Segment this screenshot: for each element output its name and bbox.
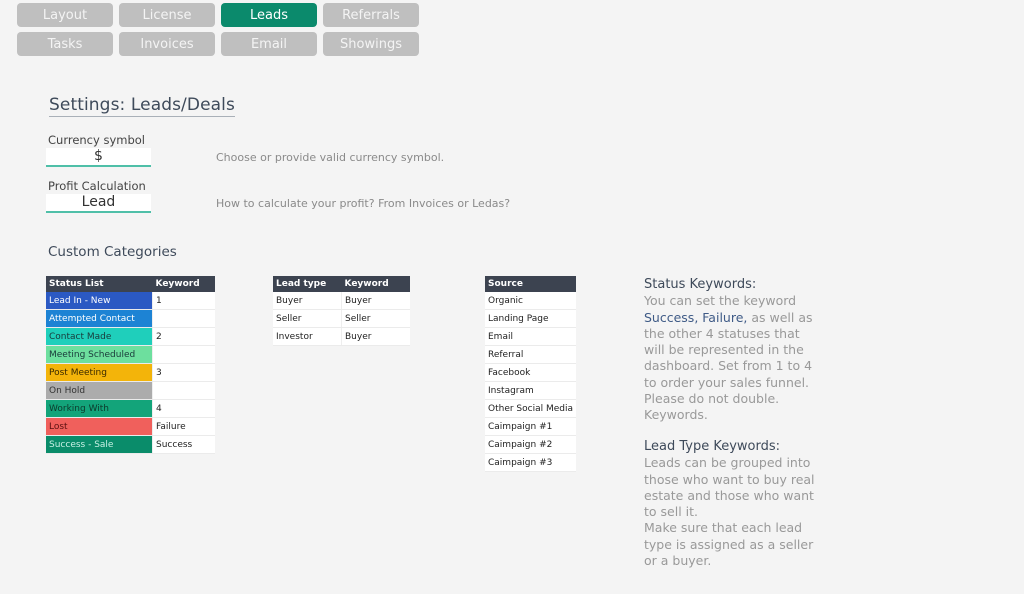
lead-type-cell[interactable]: Buyer (273, 292, 342, 310)
status-cell[interactable]: Working With (46, 399, 153, 418)
source-cell[interactable]: Organic (485, 292, 576, 310)
status-keywords-heading: Status Keywords: (644, 277, 757, 292)
status-header: Status List (46, 276, 153, 292)
lead-type-row: Seller Seller (273, 309, 410, 328)
nav-button-referrals[interactable]: Referrals (323, 3, 419, 27)
currency-hint: Choose or provide valid currency symbol. (216, 151, 445, 164)
status-cell[interactable]: Attempted Contact (46, 309, 153, 328)
status-cell[interactable]: On Hold (46, 381, 153, 400)
source-cell[interactable]: Instagram (485, 381, 576, 400)
status-row: Lost Failure (46, 417, 215, 436)
keyword-cell[interactable]: Success (152, 435, 215, 454)
profit-input[interactable]: Lead (46, 194, 151, 213)
status-cell[interactable]: Success - Sale (46, 435, 153, 454)
settings-nav: Layout License Leads Referrals Tasks Inv… (17, 3, 419, 56)
status-table: Status List Keyword Lead In - New 1 Attemp… (46, 276, 215, 454)
keyword-cell[interactable]: 2 (152, 327, 215, 346)
source-row: Instagram (485, 381, 576, 400)
nav-button-email[interactable]: Email (221, 32, 317, 56)
source-row: Email (485, 327, 576, 346)
source-row: Referral (485, 345, 576, 364)
profit-hint: How to calculate your profit? From Invoi… (216, 197, 511, 210)
nav-button-tasks[interactable]: Tasks (17, 32, 113, 56)
nav-button-showings[interactable]: Showings (323, 32, 419, 56)
status-row: Lead In - New 1 (46, 292, 215, 310)
status-row: Meeting Scheduled (46, 345, 215, 364)
currency-label: Currency symbol (48, 133, 145, 147)
status-cell[interactable]: Lost (46, 417, 153, 436)
status-row: Success - Sale Success (46, 435, 215, 454)
status-keywords-info: Status Keywords: You can set the keyword… (644, 277, 824, 424)
source-table: Source Organic Landing Page Email Referral F… (485, 276, 576, 472)
nav-button-leads[interactable]: Leads (221, 3, 317, 27)
keyword-cell[interactable] (152, 381, 215, 400)
status-row: Post Meeting 3 (46, 363, 215, 382)
lead-type-cell[interactable]: Seller (273, 309, 342, 328)
source-cell[interactable]: Facebook (485, 363, 576, 382)
status-row: Working With 4 (46, 399, 215, 418)
currency-input[interactable]: $ (46, 148, 151, 167)
lead-type-cell[interactable]: Investor (273, 327, 342, 346)
keyword-cell[interactable]: Buyer (341, 327, 410, 346)
keyword-header: Keyword (341, 276, 410, 292)
status-cell[interactable]: Lead In - New (46, 292, 153, 310)
source-row: Organic (485, 292, 576, 310)
status-row: Attempted Contact (46, 309, 215, 328)
lead-type-keywords-text: Leads can be grouped into those who want… (644, 455, 815, 520)
lead-type-keywords-heading: Lead Type Keywords: (644, 439, 781, 454)
lead-type-header: Lead type (273, 276, 342, 292)
status-cell[interactable]: Meeting Scheduled (46, 345, 153, 364)
status-cell[interactable]: Contact Made (46, 327, 153, 346)
nav-button-layout[interactable]: Layout (17, 3, 113, 27)
source-row: Landing Page (485, 309, 576, 328)
source-row: Caimpaign #1 (485, 417, 576, 436)
source-cell[interactable]: Landing Page (485, 309, 576, 328)
status-keywords-text-continued: as well as the other 4 statuses that wil… (644, 309, 813, 423)
custom-categories-title: Custom Categories (48, 244, 177, 260)
keyword-cell[interactable] (152, 309, 215, 328)
status-keywords-text: You can set the keyword (644, 293, 797, 309)
lead-type-keywords-instruction: Make sure that each lead type is assigne… (644, 520, 814, 569)
keyword-cell[interactable]: Seller (341, 309, 410, 328)
keyword-header: Keyword (152, 276, 215, 292)
keyword-cell[interactable]: 4 (152, 399, 215, 418)
source-row: Facebook (485, 363, 576, 382)
status-row: On Hold (46, 381, 215, 400)
source-cell[interactable]: Caimpaign #1 (485, 417, 576, 436)
nav-button-invoices[interactable]: Invoices (119, 32, 215, 56)
keyword-cell[interactable]: 3 (152, 363, 215, 382)
status-keywords-emphasis: Success, Failure, (644, 309, 748, 325)
source-cell[interactable]: Caimpaign #3 (485, 453, 576, 472)
page-title: Settings: Leads/Deals (49, 95, 235, 117)
source-row: Caimpaign #2 (485, 435, 576, 454)
keyword-cell[interactable]: Buyer (341, 292, 410, 310)
source-cell[interactable]: Email (485, 327, 576, 346)
source-header: Source (485, 276, 576, 292)
lead-type-table: Lead type Keyword Buyer Buyer Seller Seller… (273, 276, 410, 346)
source-row: Other Social Media (485, 399, 576, 418)
nav-button-license[interactable]: License (119, 3, 215, 27)
lead-type-keywords-info: Lead Type Keywords: Leads can be grouped… (644, 439, 824, 569)
status-cell[interactable]: Post Meeting (46, 363, 153, 382)
keyword-cell[interactable]: Failure (152, 417, 215, 436)
lead-type-row: Buyer Buyer (273, 292, 410, 310)
source-cell[interactable]: Caimpaign #2 (485, 435, 576, 454)
keyword-cell[interactable] (152, 345, 215, 364)
source-cell[interactable]: Referral (485, 345, 576, 364)
source-cell[interactable]: Other Social Media (485, 399, 576, 418)
source-row: Caimpaign #3 (485, 453, 576, 472)
keyword-cell[interactable]: 1 (152, 292, 215, 310)
status-row: Contact Made 2 (46, 327, 215, 346)
profit-label: Profit Calculation (48, 179, 146, 193)
lead-type-row: Investor Buyer (273, 327, 410, 346)
